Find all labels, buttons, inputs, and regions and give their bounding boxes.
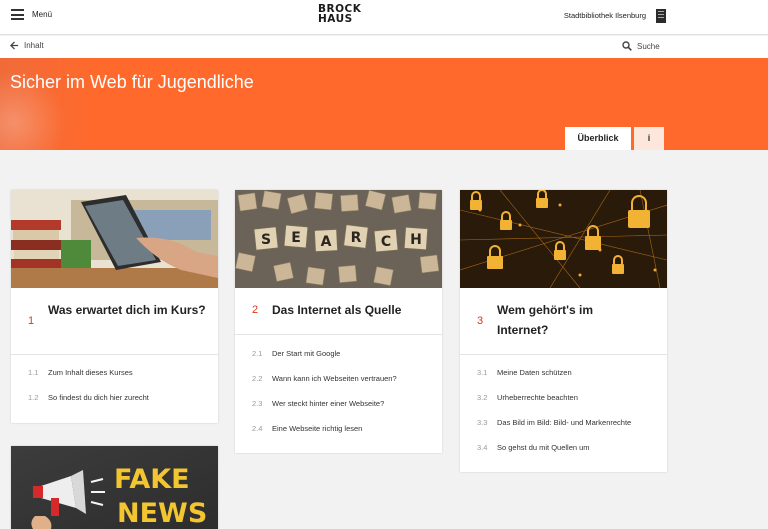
- chapter-item-2-1[interactable]: 2.1 Der Start mit Google: [235, 349, 442, 363]
- logo-line-2: HAUS: [318, 13, 353, 25]
- chapter-item-1-1[interactable]: 1.1 Zum Inhalt dieses Kurses: [11, 368, 218, 382]
- tile-letter: E: [291, 230, 301, 246]
- chapter-1-number: 1: [28, 315, 35, 327]
- chapter-card-3[interactable]: 3 Wem gehört's im Internet? 3.1 Meine Da…: [460, 190, 667, 472]
- fake-news-text-1: FAKE: [114, 464, 190, 495]
- chapter-item-2-3[interactable]: 2.3 Wer steckt hinter einer Webseite?: [235, 399, 442, 413]
- chapter-item-3-4[interactable]: 3.4 So gehst du mit Quellen um: [460, 443, 667, 457]
- tab-overview[interactable]: Überblick: [565, 127, 631, 150]
- course-title: Sicher im Web für Jugendliche: [10, 72, 254, 92]
- chapter-3-number: 3: [477, 315, 484, 327]
- chapter-1-image: [11, 190, 218, 288]
- chapter-card-1[interactable]: 1 Was erwartet dich im Kurs? 1.1 Zum Inh…: [11, 190, 218, 423]
- item-label: Das Bild im Bild: Bild- und Markenrechte: [497, 418, 632, 427]
- chapter-item-2-2[interactable]: 2.2 Wann kann ich Webseiten vertrauen?: [235, 374, 442, 388]
- item-number: 2.1: [252, 349, 263, 358]
- tile-letter: C: [381, 234, 391, 250]
- library-building-icon[interactable]: [656, 9, 666, 23]
- item-number: 3.2: [477, 393, 488, 402]
- search-label: Suche: [637, 41, 660, 51]
- chapter-item-3-2[interactable]: 3.2 Urheberrechte beachten: [460, 393, 667, 407]
- item-label: So gehst du mit Quellen um: [497, 443, 590, 452]
- item-number: 3.1: [477, 368, 488, 377]
- item-label: Wer steckt hinter einer Webseite?: [272, 399, 385, 408]
- tile-letter: R: [351, 230, 362, 246]
- sub-bar: Inhalt Suche: [0, 36, 768, 58]
- chapter-2-image: S E A R C H: [235, 190, 442, 288]
- chapter-item-2-4[interactable]: 2.4 Eine Webseite richtig lesen: [235, 424, 442, 438]
- item-number: 1.2: [28, 393, 39, 402]
- back-label: Inhalt: [24, 41, 44, 50]
- course-hero-banner: Sicher im Web für Jugendliche Überblick …: [0, 58, 768, 150]
- chapter-item-3-3[interactable]: 3.3 Das Bild im Bild: Bild- und Markenre…: [460, 418, 667, 432]
- chapter-3-title[interactable]: Wem gehört's im Internet?: [497, 300, 637, 340]
- item-number: 3.3: [477, 418, 488, 427]
- chapter-1-title[interactable]: Was erwartet dich im Kurs?: [48, 300, 208, 320]
- hamburger-icon: [11, 9, 24, 20]
- search-icon: [622, 41, 632, 51]
- chapter-card-4[interactable]: FAKE NEWS: [11, 446, 218, 529]
- item-label: So findest du dich hier zurecht: [48, 393, 149, 402]
- item-label: Wann kann ich Webseiten vertrauen?: [272, 374, 397, 383]
- chapter-2-header: 2 Das Internet als Quelle: [235, 288, 442, 335]
- tile-letter: H: [410, 232, 422, 248]
- chapter-1-header: 1 Was erwartet dich im Kurs?: [11, 288, 218, 355]
- menu-button[interactable]: Menü: [11, 9, 52, 20]
- item-number: 2.4: [252, 424, 263, 433]
- item-label: Urheberrechte beachten: [497, 393, 578, 402]
- menu-label: Menü: [32, 10, 53, 19]
- chapter-4-image: FAKE NEWS: [11, 446, 218, 529]
- item-label: Eine Webseite richtig lesen: [272, 424, 363, 433]
- chapter-3-header: 3 Wem gehört's im Internet?: [460, 288, 667, 355]
- item-label: Der Start mit Google: [272, 349, 341, 358]
- chapter-item-3-1[interactable]: 3.1 Meine Daten schützen: [460, 368, 667, 382]
- item-number: 2.3: [252, 399, 263, 408]
- search-button[interactable]: Suche: [622, 41, 660, 51]
- item-number: 3.4: [477, 443, 488, 452]
- chapter-3-image: [460, 190, 667, 288]
- item-label: Zum Inhalt dieses Kurses: [48, 368, 133, 377]
- tile-letter: A: [321, 234, 332, 250]
- item-number: 2.2: [252, 374, 263, 383]
- tab-info[interactable]: i: [634, 127, 664, 150]
- item-number: 1.1: [28, 368, 39, 377]
- back-to-contents-link[interactable]: Inhalt: [10, 41, 44, 50]
- library-name[interactable]: Stadtbibliothek Ilsenburg: [564, 11, 646, 20]
- chapter-2-title[interactable]: Das Internet als Quelle: [272, 300, 432, 320]
- chapter-card-2[interactable]: S E A R C H 2 Das Internet als Quelle 2.…: [235, 190, 442, 453]
- brockhaus-logo[interactable]: BROCK HAUS: [318, 4, 361, 25]
- top-bar: Menü BROCK HAUS Stadtbibliothek Ilsenbur…: [0, 0, 768, 35]
- item-label: Meine Daten schützen: [497, 368, 572, 377]
- chapter-item-1-2[interactable]: 1.2 So findest du dich hier zurecht: [11, 393, 218, 407]
- tile-letter: S: [261, 232, 271, 248]
- chapter-2-number: 2: [252, 304, 259, 316]
- fake-news-text-2: NEWS: [117, 498, 207, 529]
- arrow-left-icon: [10, 41, 19, 50]
